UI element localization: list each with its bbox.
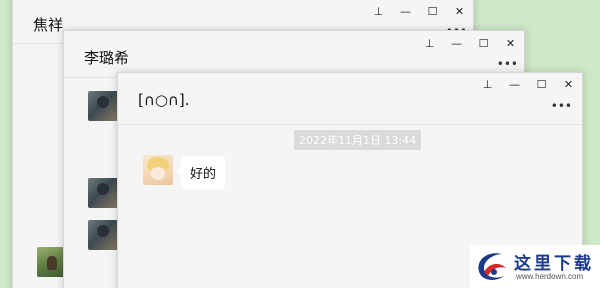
minimize-button[interactable]: — [392, 2, 419, 20]
message-timestamp: 2022年11月1日 13:44 [294, 130, 422, 150]
window-controls: ⊥ — ☐ ✕ [365, 2, 473, 20]
more-options-icon[interactable]: ••• [497, 58, 518, 70]
pin-icon[interactable]: ⊥ [365, 2, 392, 20]
close-button[interactable]: ✕ [497, 34, 524, 52]
watermark-name: 这里下载 [514, 254, 594, 274]
watermark: 这里下载 www.herdown.com [470, 245, 600, 288]
minimize-button[interactable]: — [501, 75, 528, 93]
contact-avatar[interactable] [88, 178, 118, 208]
close-button[interactable]: ✕ [555, 75, 582, 93]
chat-title: [∩○∩]. [138, 91, 190, 109]
watermark-url: www.herdown.com [516, 272, 584, 281]
chat-title: 李璐希 [84, 49, 130, 67]
contact-avatar[interactable] [88, 220, 118, 250]
sender-avatar[interactable] [143, 155, 173, 185]
window-controls: ⊥ — ☐ ✕ [416, 34, 524, 52]
maximize-button[interactable]: ☐ [419, 2, 446, 20]
maximize-button[interactable]: ☐ [528, 75, 555, 93]
message-bubble[interactable]: 好的 [175, 156, 226, 189]
header-divider [118, 124, 582, 125]
close-button[interactable]: ✕ [446, 2, 473, 20]
watermark-logo-icon [478, 253, 506, 280]
pin-icon[interactable]: ⊥ [416, 34, 443, 52]
maximize-button[interactable]: ☐ [470, 34, 497, 52]
more-options-icon[interactable]: ••• [551, 100, 572, 112]
pin-icon[interactable]: ⊥ [474, 75, 501, 93]
chat-title: 焦祥 [33, 16, 64, 34]
contact-avatar[interactable] [88, 91, 118, 121]
minimize-button[interactable]: — [443, 34, 470, 52]
window-controls: ⊥ — ☐ ✕ [474, 75, 582, 93]
